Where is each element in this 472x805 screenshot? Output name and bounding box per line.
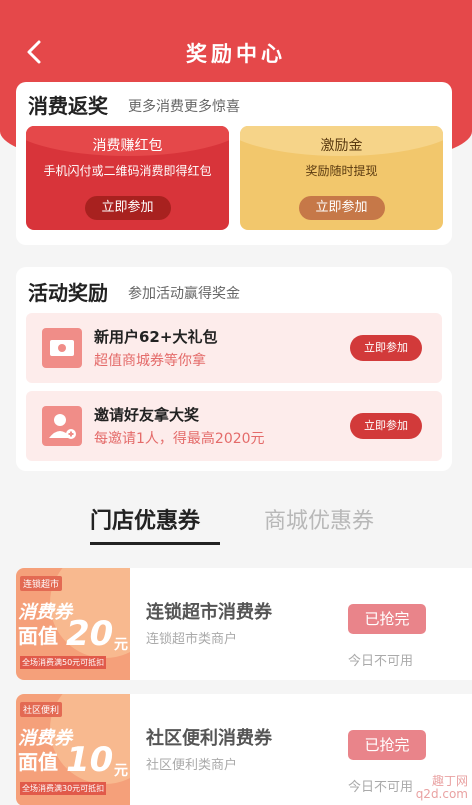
coupon-image-amount: 10 <box>66 740 114 780</box>
activity-item-title: 新用户62+大礼包 <box>94 328 218 346</box>
tile-title: 消费赚红包 <box>92 138 163 154</box>
coupon-card[interactable]: 连锁超市 消费券 面值 20 元 全场消费满50元可抵扣 连锁超市消费券 连锁超… <box>16 568 472 680</box>
coupon-status: 今日不可用 <box>348 780 414 795</box>
coupon-image-tag: 连锁超市 <box>20 576 63 591</box>
join-button[interactable]: 立即参加 <box>350 335 422 361</box>
activity-title: 活动奖励 <box>28 281 108 305</box>
sold-out-button[interactable]: 已抢完 <box>348 730 426 760</box>
coupon-image-unit: 元 <box>114 763 128 779</box>
tile-title: 激励金 <box>320 138 363 154</box>
activity-item-title: 邀请好友拿大奖 <box>94 406 200 424</box>
coupon-category: 连锁超市类商户 <box>146 632 238 647</box>
invite-user-icon <box>42 406 82 446</box>
coupon-category: 社区便利类商户 <box>146 758 238 773</box>
page-title: 奖励中心 <box>186 42 286 66</box>
activity-subtitle: 参加活动赢得奖金 <box>128 286 240 302</box>
active-tab-indicator <box>90 542 220 545</box>
rebate-title: 消费返奖 <box>28 94 108 118</box>
activity-item-desc: 每邀请1人，得最高2020元 <box>94 431 265 447</box>
rebate-subtitle: 更多消费更多惊喜 <box>128 99 240 115</box>
join-button[interactable]: 立即参加 <box>350 413 422 439</box>
coupon-image-note: 全场消费满50元可抵扣 <box>20 656 107 669</box>
activity-item-desc: 超值商城券等你拿 <box>94 353 206 369</box>
watermark-line1: 趣丁网 <box>431 773 468 788</box>
coupon-name: 社区便利消费券 <box>146 728 272 749</box>
tab-store-coupons[interactable]: 门店优惠券 <box>90 503 200 535</box>
coupon-image: 社区便利 消费券 面值 10 元 全场消费满30元可抵扣 <box>16 694 130 805</box>
ticket-icon <box>42 328 82 368</box>
coupon-name: 连锁超市消费券 <box>146 602 272 623</box>
coupon-image-amount: 20 <box>66 614 114 654</box>
join-button[interactable]: 立即参加 <box>84 196 171 220</box>
activity-item[interactable]: 邀请好友拿大奖 每邀请1人，得最高2020元 立即参加 <box>26 391 442 461</box>
coupon-image-line2: 面值 <box>18 624 58 648</box>
coupon-image-unit: 元 <box>114 637 128 653</box>
coupon-image-line2: 面值 <box>18 750 58 774</box>
coupon-image-note: 全场消费满30元可抵扣 <box>20 782 107 795</box>
coupon-image: 连锁超市 消费券 面值 20 元 全场消费满50元可抵扣 <box>16 568 130 680</box>
coupon-card[interactable]: 社区便利 消费券 面值 10 元 全场消费满30元可抵扣 社区便利消费券 社区便… <box>16 694 472 805</box>
red-packet-tile[interactable]: 消费赚红包 手机闪付或二维码消费即得红包 立即参加 <box>26 126 229 230</box>
incentive-tile[interactable]: 激励金 奖励随时提现 立即参加 <box>240 126 443 230</box>
sold-out-button[interactable]: 已抢完 <box>348 604 426 634</box>
join-button[interactable]: 立即参加 <box>298 196 385 220</box>
rebate-card: 消费返奖 更多消费更多惊喜 消费赚红包 手机闪付或二维码消费即得红包 立即参加 … <box>16 82 452 245</box>
watermark: 趣丁网 q2d.com <box>415 773 468 801</box>
tile-desc: 手机闪付或二维码消费即得红包 <box>43 164 212 178</box>
activity-item[interactable]: 新用户62+大礼包 超值商城券等你拿 立即参加 <box>26 313 442 383</box>
watermark-line2: q2d.com <box>415 786 468 801</box>
coupon-image-tag: 社区便利 <box>20 702 63 717</box>
activity-card: 活动奖励 参加活动赢得奖金 新用户62+大礼包 超值商城券等你拿 立即参加 邀请… <box>16 267 452 471</box>
tab-mall-coupons[interactable]: 商城优惠券 <box>264 503 374 535</box>
coupon-status: 今日不可用 <box>348 654 414 669</box>
tile-desc: 奖励随时提现 <box>305 164 378 178</box>
